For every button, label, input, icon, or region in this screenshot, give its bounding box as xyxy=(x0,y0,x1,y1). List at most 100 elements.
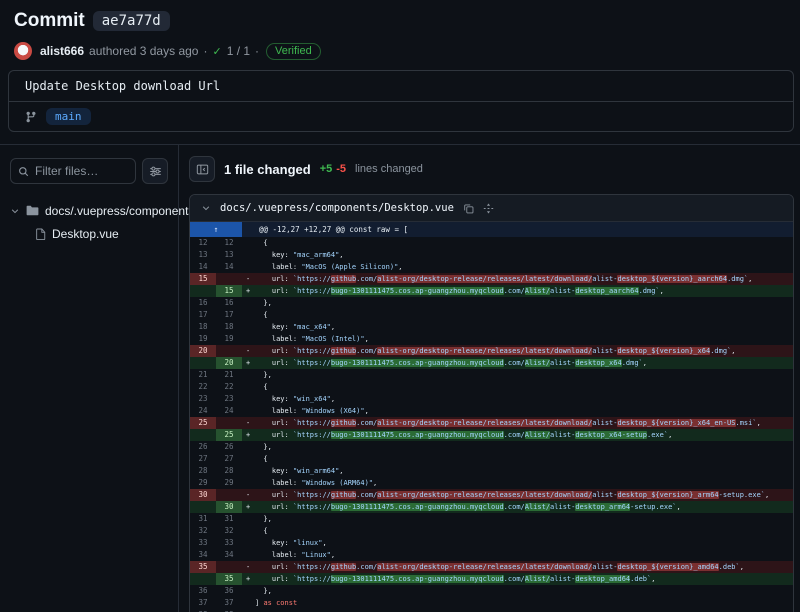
old-line-number[interactable] xyxy=(190,501,216,513)
chevron-down-icon[interactable] xyxy=(201,203,211,213)
new-line-number[interactable]: 20 xyxy=(216,357,242,369)
new-line-number[interactable]: 34 xyxy=(216,549,242,561)
old-line-number[interactable]: 32 xyxy=(190,525,216,537)
old-line-number[interactable]: 23 xyxy=(190,393,216,405)
code-segment: url: xyxy=(255,503,293,511)
word-diff-highlight: bugo-1301111475.cos.ap-guangzhou.myqclou… xyxy=(331,287,504,295)
old-line-number[interactable]: 12 xyxy=(190,237,216,249)
code-segment: alist- xyxy=(550,503,575,511)
new-line-number[interactable]: 25 xyxy=(216,429,242,441)
new-line-number[interactable]: 24 xyxy=(216,405,242,417)
old-line-number[interactable]: 19 xyxy=(190,333,216,345)
new-line-number[interactable] xyxy=(216,345,242,357)
old-line-number[interactable]: 18 xyxy=(190,321,216,333)
old-line-number[interactable]: 36 xyxy=(190,585,216,597)
code-line-content: + url: `https://bugo-1301111475.cos.ap-g… xyxy=(242,573,793,585)
word-diff-highlight: desktop_x64 xyxy=(575,359,621,367)
filter-files-input[interactable] xyxy=(35,164,128,178)
old-line-number[interactable]: 28 xyxy=(190,465,216,477)
chevron-down-icon[interactable] xyxy=(10,206,20,216)
old-line-number[interactable] xyxy=(190,429,216,441)
old-line-number[interactable] xyxy=(190,357,216,369)
new-line-number[interactable]: 21 xyxy=(216,369,242,381)
new-line-number[interactable]: 35 xyxy=(216,573,242,585)
new-line-number[interactable] xyxy=(216,417,242,429)
new-line-number[interactable]: 31 xyxy=(216,513,242,525)
old-line-number[interactable]: 15 xyxy=(190,273,216,285)
file-path[interactable]: docs/.vuepress/components/Desktop.vue xyxy=(220,202,454,214)
old-line-number[interactable]: 35 xyxy=(190,561,216,573)
old-line-number[interactable]: 29 xyxy=(190,477,216,489)
code-segment: , xyxy=(651,575,655,583)
collapse-sidebar-button[interactable] xyxy=(189,156,215,182)
commit-message-box: Update Desktop download Url main xyxy=(8,70,794,132)
old-line-number[interactable]: 13 xyxy=(190,249,216,261)
checks-status[interactable]: 1 / 1 xyxy=(227,44,250,58)
new-line-number[interactable]: 26 xyxy=(216,441,242,453)
old-line-number[interactable] xyxy=(190,285,216,297)
new-line-number[interactable]: 29 xyxy=(216,477,242,489)
old-line-number[interactable]: 33 xyxy=(190,537,216,549)
old-line-number[interactable]: 30 xyxy=(190,489,216,501)
diff-summary: 1 file changed +5 -5 lines changed xyxy=(189,156,794,182)
old-line-number[interactable]: 31 xyxy=(190,513,216,525)
new-line-number[interactable]: 15 xyxy=(216,285,242,297)
new-line-number[interactable]: 17 xyxy=(216,309,242,321)
new-line-number[interactable]: 19 xyxy=(216,333,242,345)
code-line-content: { xyxy=(242,525,793,537)
new-line-number[interactable]: 28 xyxy=(216,465,242,477)
new-line-number[interactable]: 36 xyxy=(216,585,242,597)
old-line-number[interactable]: 21 xyxy=(190,369,216,381)
old-line-number[interactable]: 34 xyxy=(190,549,216,561)
diff-sign: - xyxy=(242,561,255,573)
new-line-number[interactable]: 18 xyxy=(216,321,242,333)
folder-icon xyxy=(26,205,39,216)
old-line-number[interactable]: 17 xyxy=(190,309,216,321)
expand-up-button[interactable]: ↑ xyxy=(190,222,242,237)
sidebar-tree-item-docs-vuepress-components[interactable]: docs/.vuepress/components xyxy=(10,199,168,222)
old-line-number[interactable]: 24 xyxy=(190,405,216,417)
old-line-number[interactable]: 22 xyxy=(190,381,216,393)
new-line-number[interactable]: 16 xyxy=(216,297,242,309)
old-line-number[interactable]: 16 xyxy=(190,297,216,309)
verified-badge[interactable]: Verified xyxy=(266,43,321,60)
avatar[interactable] xyxy=(14,42,32,60)
old-line-number[interactable]: 20 xyxy=(190,345,216,357)
code-segment: "mac_x64" xyxy=(293,323,331,331)
code-segment: .exe` xyxy=(647,431,668,439)
old-line-number[interactable]: 26 xyxy=(190,441,216,453)
hunk-header-text: @@ -12,27 +12,27 @@ const raw = [ xyxy=(242,222,793,237)
word-diff-highlight: desktop_${version}_x64_en-US xyxy=(617,419,735,427)
new-line-number[interactable]: 22 xyxy=(216,381,242,393)
code-line-content: label: "MacOS (Apple Silicon)", xyxy=(242,261,793,273)
code-segment: url: xyxy=(255,419,293,427)
new-line-number[interactable]: 33 xyxy=(216,537,242,549)
code-segment: as const xyxy=(263,599,297,607)
code-line-content: key: "win_x64", xyxy=(242,393,793,405)
diff-line-deleted: 30- url: `https://github.com/alist-org/d… xyxy=(190,489,793,501)
new-line-number[interactable]: 23 xyxy=(216,393,242,405)
sidebar-tree-item-desktop-vue[interactable]: Desktop.vue xyxy=(10,222,168,245)
new-line-number[interactable]: 32 xyxy=(216,525,242,537)
unfold-icon[interactable] xyxy=(483,203,494,214)
copy-icon[interactable] xyxy=(463,203,474,214)
old-line-number[interactable]: 14 xyxy=(190,261,216,273)
new-line-number[interactable]: 14 xyxy=(216,261,242,273)
new-line-number[interactable]: 37 xyxy=(216,597,242,609)
branch-label[interactable]: main xyxy=(46,108,91,125)
old-line-number[interactable]: 25 xyxy=(190,417,216,429)
old-line-number[interactable]: 27 xyxy=(190,453,216,465)
author-link[interactable]: alist666 xyxy=(40,44,84,58)
new-line-number[interactable]: 13 xyxy=(216,249,242,261)
new-line-number[interactable]: 27 xyxy=(216,453,242,465)
new-line-number[interactable]: 12 xyxy=(216,237,242,249)
old-line-number[interactable]: 37 xyxy=(190,597,216,609)
new-line-number[interactable] xyxy=(216,273,242,285)
new-line-number[interactable]: 30 xyxy=(216,501,242,513)
old-line-number[interactable] xyxy=(190,573,216,585)
code-line-content: key: "linux", xyxy=(242,537,793,549)
new-line-number[interactable] xyxy=(216,561,242,573)
new-line-number[interactable] xyxy=(216,489,242,501)
file-filter-options-button[interactable] xyxy=(142,158,168,184)
commit-message: Update Desktop download Url xyxy=(9,71,793,101)
